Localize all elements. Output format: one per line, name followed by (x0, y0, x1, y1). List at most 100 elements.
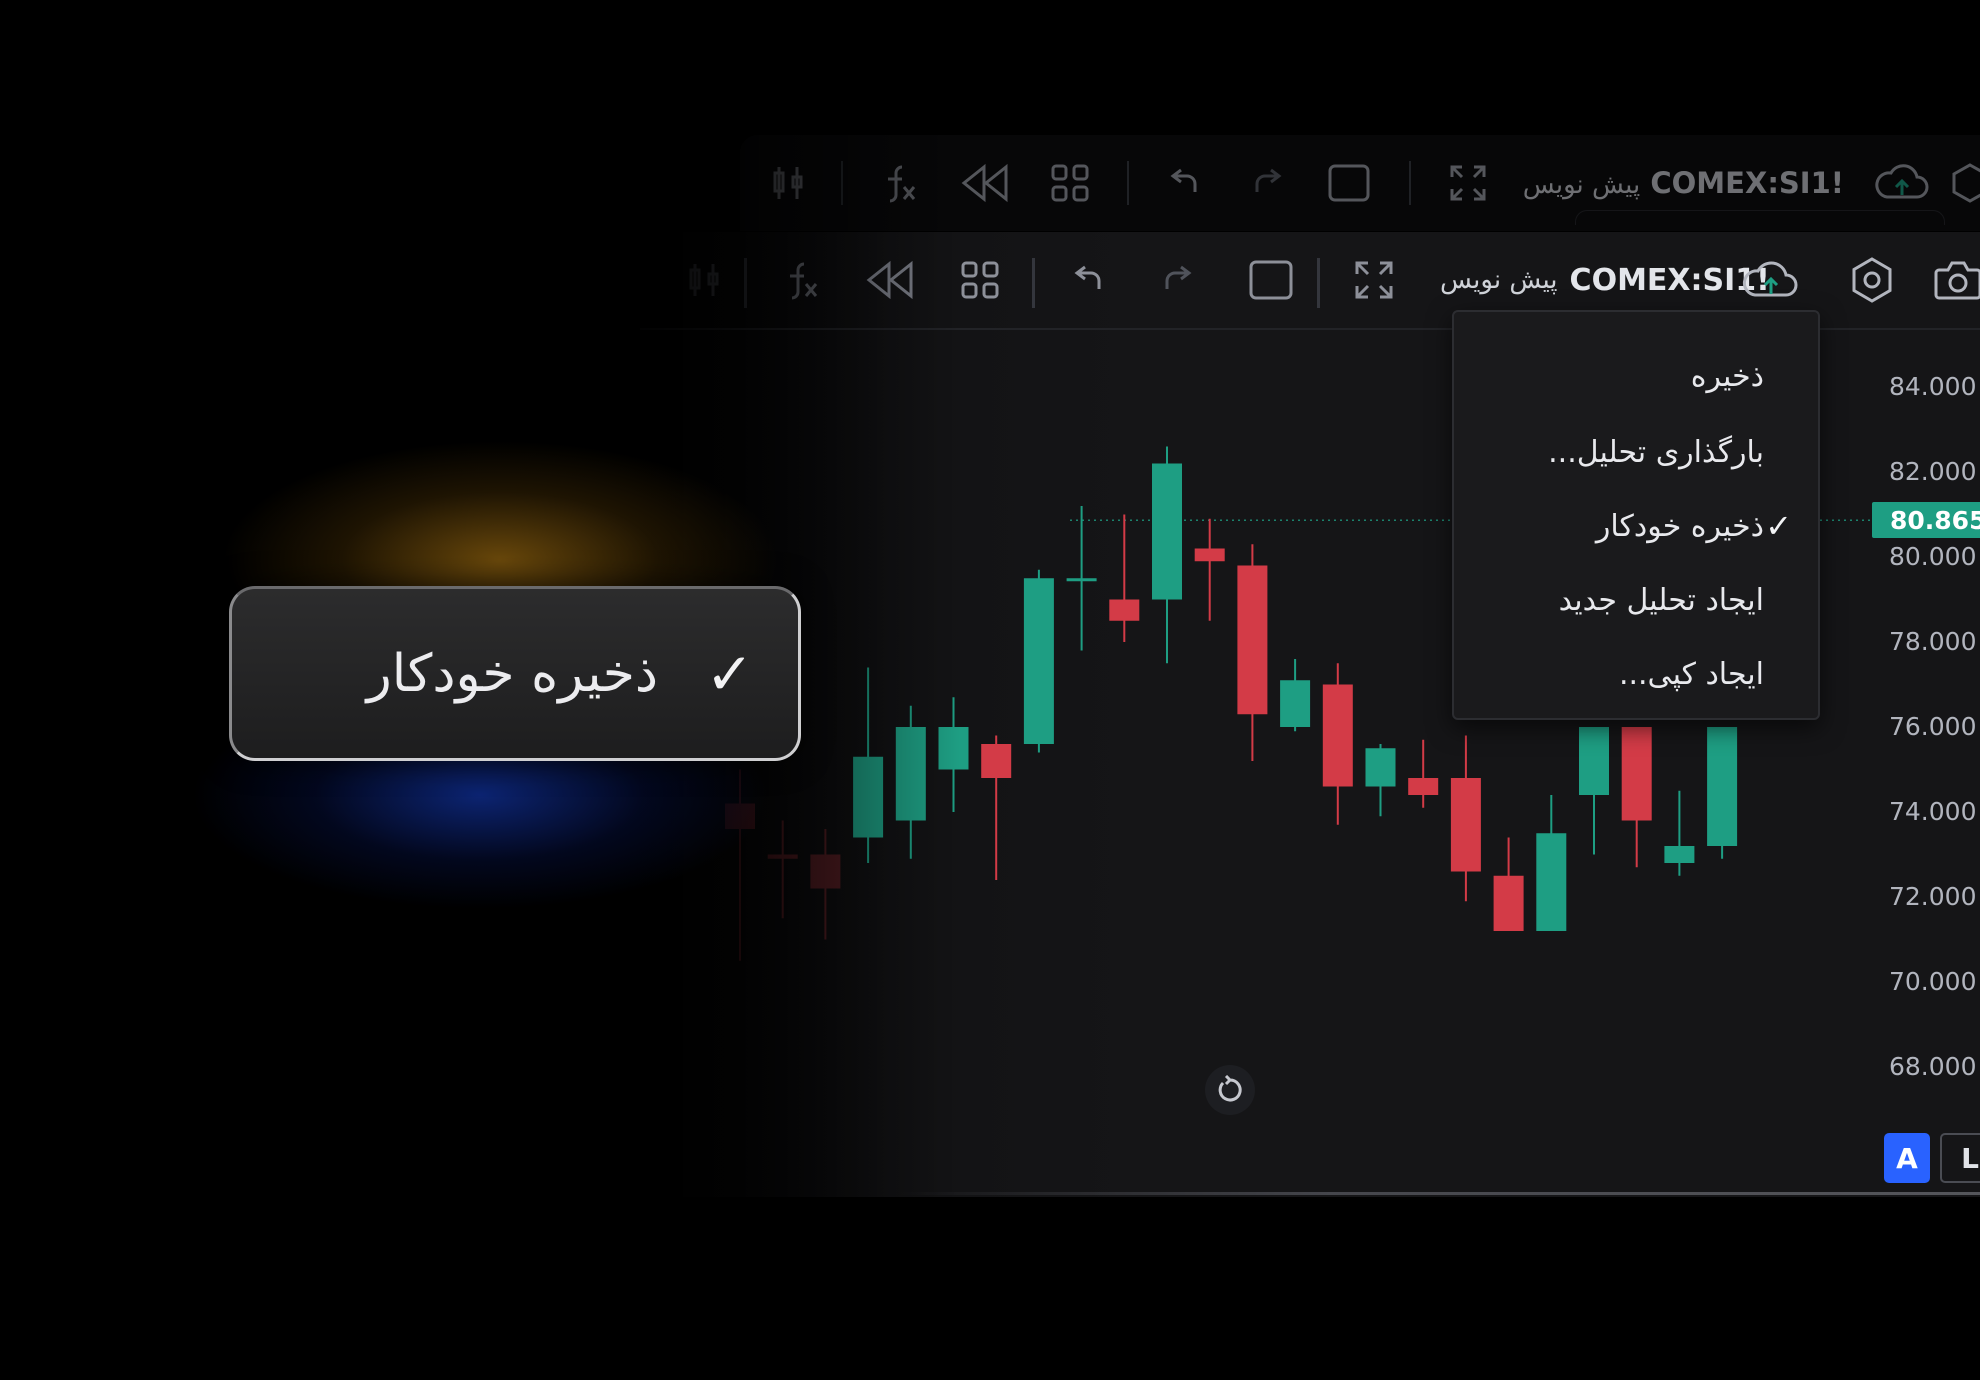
candle (1109, 514, 1140, 642)
toolbar-separator (1032, 258, 1035, 308)
menu-item-new-analysis[interactable]: ایجاد تحلیل جدید (1559, 570, 1764, 630)
reset-icon (1218, 1075, 1242, 1102)
ghost-search-outline (1575, 210, 1945, 225)
ghost-separator (840, 161, 843, 205)
candle-body (1280, 680, 1311, 727)
ghost-fullscreen-icon (1433, 135, 1503, 231)
candle (1194, 518, 1225, 621)
price-tick-label: 72.000 (1889, 882, 1977, 911)
price-tick-label: 82.000 (1889, 457, 1977, 486)
candle-body (1579, 727, 1609, 795)
candle (1408, 739, 1439, 808)
ghost-undo-icon (1151, 135, 1221, 231)
check-icon: ✓ (1765, 507, 1792, 545)
candle (810, 829, 841, 940)
candle (1237, 544, 1268, 761)
autosave-spotlight-card[interactable]: ✓ ذخیره خودکار (229, 586, 801, 761)
menu-item-save[interactable]: ذخیره (1691, 346, 1764, 406)
check-icon: ✓ (705, 639, 754, 708)
price-tick-label: 78.000 (1889, 627, 1977, 656)
candle (981, 735, 1012, 880)
menu-item-autosave[interactable]: ذخیره خودکار (1596, 496, 1764, 556)
layout-icon[interactable] (950, 232, 1010, 328)
candle-body (1621, 727, 1652, 821)
candle-body (895, 727, 926, 821)
price-tick-label: 70.000 (1889, 967, 1977, 996)
candle-body (1408, 778, 1439, 795)
price-tick-label: 74.000 (1889, 797, 1977, 826)
ghost-symbol: پیش نویس COMEX:SI1! (1523, 166, 1844, 200)
spotlight-label: ذخیره خودکار (366, 643, 658, 704)
candle-body (1450, 778, 1481, 872)
candle-body (1109, 599, 1140, 621)
candle (1023, 569, 1054, 753)
camera-icon[interactable] (1926, 232, 1980, 328)
ghost-window-icon (1311, 135, 1387, 231)
candle (1152, 446, 1182, 664)
price-tick-label: 68.000 (1889, 1052, 1977, 1081)
candle (1664, 790, 1695, 876)
candle-body (1152, 463, 1182, 600)
candle-body (938, 727, 969, 770)
candle (1621, 727, 1652, 868)
candle (1322, 663, 1353, 825)
redo-icon[interactable] (1146, 232, 1206, 328)
log-scale-button[interactable]: L (1940, 1133, 1980, 1183)
candle-body (1194, 548, 1225, 562)
save-menu: ذخیره بارگذاری تحلیل... ✓ ذخیره خودکار ا… (1452, 310, 1820, 720)
candle-body (1493, 875, 1524, 931)
indicators-icon[interactable] (680, 232, 730, 328)
menu-item-make-copy[interactable]: ایجاد کپی... (1619, 644, 1764, 704)
candle (1365, 744, 1396, 817)
toolbar-separator (744, 258, 747, 308)
ghost-symbol-ticker: COMEX:SI1! (1650, 166, 1844, 200)
candle-body (1707, 727, 1738, 846)
candle-body (810, 854, 841, 889)
candle (767, 820, 798, 919)
fx-icon[interactable] (772, 232, 832, 328)
candle-body (1237, 565, 1268, 715)
candle-body (767, 854, 798, 859)
menu-item-load-analysis[interactable]: بارگذاری تحلیل... (1548, 422, 1764, 482)
candle (1066, 506, 1097, 651)
candle (1450, 735, 1481, 902)
ghost-separator (1126, 161, 1129, 205)
ghost-symbol-draft: پیش نویس (1522, 170, 1641, 200)
toolbar-separator (1317, 258, 1320, 308)
replay-icon[interactable] (850, 232, 930, 328)
candle-body (1322, 684, 1353, 787)
last-price-badge: 80.865 (1872, 502, 1980, 538)
ghost-settings-icon (1940, 135, 1980, 231)
candle-body (1664, 846, 1695, 863)
candle (1536, 795, 1567, 931)
settings-icon[interactable] (1840, 232, 1904, 328)
candle (1493, 837, 1524, 931)
candle (853, 667, 884, 863)
reset-chart-button[interactable] (1205, 1065, 1255, 1115)
candle (1579, 727, 1609, 855)
fullscreen-icon[interactable] (1344, 232, 1404, 328)
candle-body (853, 756, 884, 838)
candle-body (1023, 578, 1054, 744)
ghost-fx-icon (865, 135, 935, 231)
ghost-redo-icon (1221, 135, 1311, 231)
price-tick-label: 80.000 (1889, 542, 1977, 571)
candle-body (1536, 833, 1567, 931)
panel-bottom-border (900, 1192, 1980, 1195)
price-tick-label: 76.000 (1889, 712, 1977, 741)
candle (1280, 659, 1311, 732)
ghost-layout-icon (1035, 135, 1105, 231)
candle (895, 705, 926, 859)
price-tick-label: 84.000 (1889, 372, 1977, 401)
ghost-separator (1408, 161, 1411, 205)
fullscreen-window-icon[interactable] (1240, 232, 1302, 328)
candle (1707, 727, 1738, 859)
auto-scale-button[interactable]: A (1884, 1133, 1930, 1183)
candle-body (981, 744, 1012, 778)
undo-icon[interactable] (1060, 232, 1120, 328)
ghost-replay-icon (935, 135, 1035, 231)
candle-body (1365, 748, 1396, 787)
draft-label: پیش نویس (1440, 265, 1558, 295)
candle (938, 697, 969, 812)
ghost-indicators-icon (759, 135, 819, 231)
